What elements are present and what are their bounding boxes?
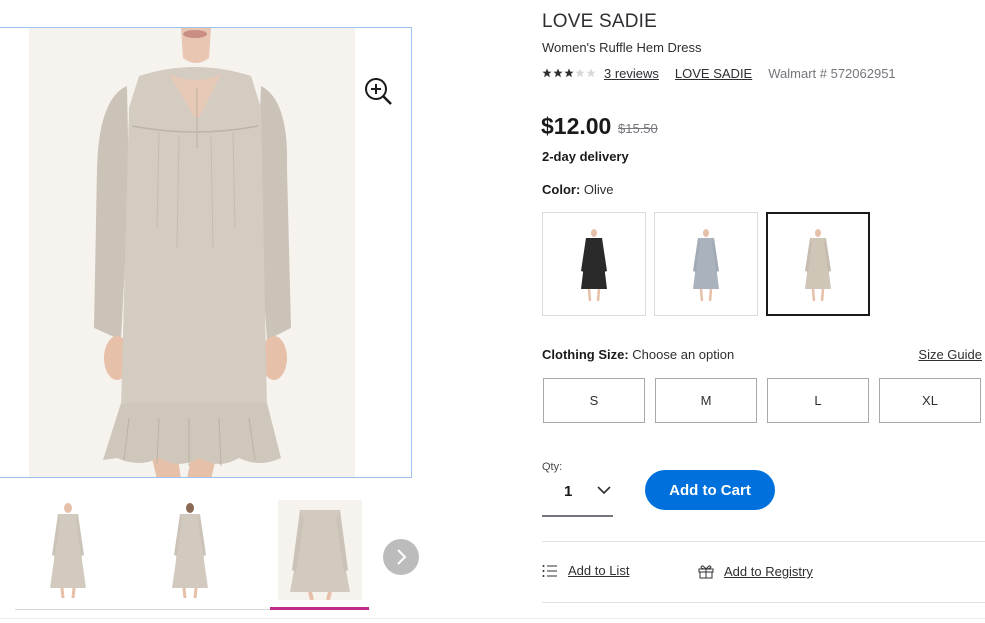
rating-stars [542,68,596,78]
gallery-thumb-2[interactable] [140,500,240,618]
actions-top-divider [542,541,985,542]
add-to-list-button[interactable]: Add to List [542,563,629,578]
color-label: Color: [542,182,581,197]
add-to-cart-button[interactable]: Add to Cart [645,470,775,510]
brand-link[interactable]: LOVE SADIE [675,66,752,81]
selected-thumb-indicator [270,607,369,610]
star-filled-icon [553,68,563,78]
color-swatch-black[interactable] [542,212,646,316]
star-empty-icon [586,68,596,78]
add-to-registry-label: Add to Registry [724,564,813,579]
zoom-in-icon[interactable] [363,76,393,106]
color-swatch-gray[interactable] [654,212,758,316]
star-filled-icon [564,68,574,78]
color-label-row: Color: Olive [542,182,614,197]
product-name: Women's Ruffle Hem Dress [542,40,702,55]
add-to-list-label: Add to List [568,563,630,578]
size-option-l[interactable]: L [767,378,869,423]
color-swatch-olive[interactable] [766,212,870,316]
size-option-s[interactable]: S [543,378,645,423]
qty-value: 1 [564,483,573,500]
was-price: $15.50 [618,121,658,136]
actions-bottom-divider [542,602,985,603]
chevron-down-icon [597,486,611,495]
star-filled-icon [542,68,552,78]
walmart-item-number: Walmart # 572062951 [768,65,896,81]
list-icon [542,564,557,577]
size-option-xl[interactable]: XL [879,378,981,423]
gallery-thumb-1[interactable] [18,500,118,618]
chevron-right-icon[interactable] [383,539,419,575]
rating-row: 3 reviews LOVE SADIE Walmart # 572062951 [542,64,896,82]
star-empty-icon [575,68,585,78]
page-bottom-divider [0,618,985,619]
size-option-m[interactable]: M [655,378,757,423]
size-label-row: Clothing Size: Choose an option Size Gui… [542,347,982,362]
delivery-badge: 2-day delivery [542,149,629,164]
size-options: S M L XL [543,378,981,423]
qty-label: Qty: [542,461,563,473]
size-label: Clothing Size: [542,347,629,362]
size-prompt: Choose an option [632,347,735,362]
reviews-link[interactable]: 3 reviews [604,66,659,81]
quantity-select[interactable]: 1 [542,476,613,517]
product-brand-title: LOVE SADIE [542,11,657,32]
size-guide-link[interactable]: Size Guide [918,347,982,362]
gallery-thumb-3[interactable] [270,500,370,618]
add-to-registry-button[interactable]: Add to Registry [698,564,813,579]
selected-color: Olive [583,182,614,197]
color-swatches [542,212,870,316]
gift-icon [698,565,714,579]
main-product-image[interactable] [0,27,412,478]
current-price: $12.00 [541,113,612,139]
dress-photo [0,28,411,477]
